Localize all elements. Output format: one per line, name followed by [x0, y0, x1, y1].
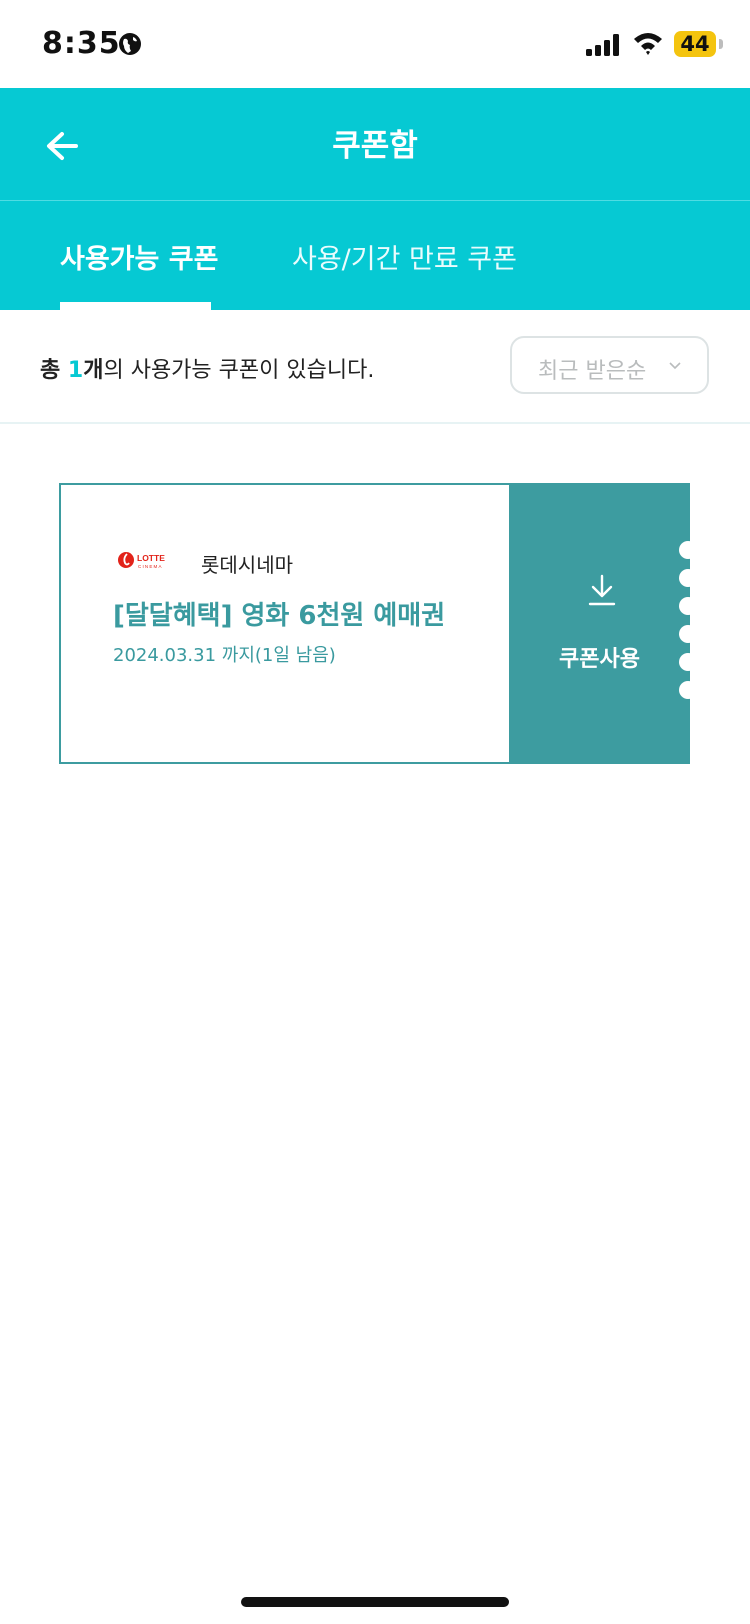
home-indicator[interactable] — [241, 1597, 509, 1607]
coupon-count-summary: 총 1개의 사용가능 쿠폰이 있습니다. — [40, 352, 374, 384]
tab-used-expired-coupons[interactable]: 사용/기간 만료 쿠폰 — [292, 237, 517, 276]
lotte-cinema-logo: LOTTE CINEMA — [118, 552, 165, 569]
coupon-expiry: 2024.03.31 까지(1일 남음) — [113, 645, 336, 666]
coupon-summary-row: 총 1개의 사용가능 쿠폰이 있습니다. 최근 받은순 — [0, 310, 750, 424]
use-coupon-label: 쿠폰사용 — [559, 647, 640, 672]
coupon-card[interactable]: LOTTE CINEMA 롯데시네마 [달달혜택] 영화 6천원 예매권 202… — [59, 483, 697, 764]
summary-unit: 개 — [83, 358, 104, 383]
tab-available-coupons[interactable]: 사용가능 쿠폰 — [60, 237, 218, 276]
ticket-notch — [679, 597, 697, 615]
globe-icon — [119, 33, 141, 55]
use-coupon-button[interactable]: 쿠폰사용 — [509, 483, 697, 764]
ticket-notch — [679, 681, 697, 699]
summary-suffix: 의 사용가능 쿠폰이 있습니다. — [103, 358, 375, 383]
battery-cap — [719, 39, 723, 49]
sort-dropdown[interactable]: 최근 받은순 — [510, 336, 709, 394]
page-title: 쿠폰함 — [332, 128, 418, 164]
status-time: 8:35 — [42, 26, 121, 61]
wifi-icon — [634, 33, 662, 55]
brand-name: 롯데시네마 — [201, 553, 293, 577]
download-icon — [588, 574, 616, 606]
coupon-count: 1 — [67, 358, 84, 383]
coupon-body[interactable]: LOTTE CINEMA 롯데시네마 [달달혜택] 영화 6천원 예매권 202… — [59, 483, 509, 764]
sort-selected-value: 최근 받은순 — [538, 359, 647, 384]
cellular-signal-icon — [586, 34, 619, 56]
svg-text:LOTTE: LOTTE — [137, 553, 165, 563]
tab-bar: 사용가능 쿠폰 사용/기간 만료 쿠폰 — [0, 201, 750, 310]
status-bar: 8:35 44 — [0, 0, 750, 88]
summary-prefix: 총 — [40, 358, 68, 383]
app-header: 쿠폰함 — [0, 88, 750, 201]
svg-text:CINEMA: CINEMA — [138, 564, 163, 569]
coupon-title: [달달혜택] 영화 6천원 예매권 — [113, 601, 446, 631]
ticket-notch — [679, 653, 697, 671]
active-tab-indicator — [60, 302, 211, 310]
ticket-notch — [679, 625, 697, 643]
ticket-notch — [679, 541, 697, 559]
battery-icon: 44 — [674, 31, 716, 57]
chevron-down-icon — [669, 362, 681, 370]
ticket-notch — [679, 569, 697, 587]
